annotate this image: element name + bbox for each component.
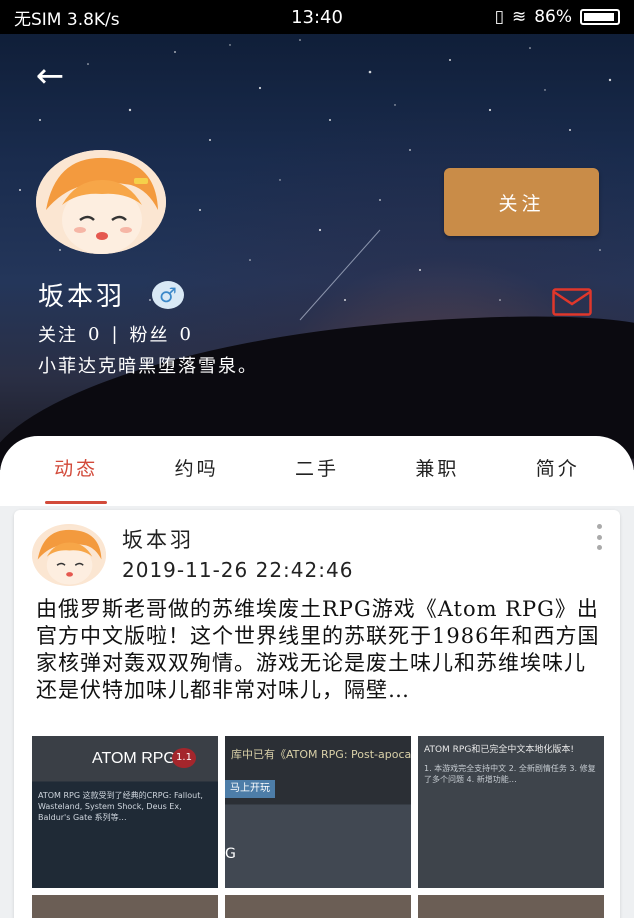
- post-timestamp: 2019-11-26 22:42:46: [122, 558, 354, 582]
- following-count[interactable]: 0: [88, 324, 101, 345]
- post-image-grid: ATOM RPG 1.1 ATOM RPG 这款受到了经典的CRPG: Fall…: [32, 736, 604, 918]
- post-author-name[interactable]: 坂本羽: [122, 524, 194, 554]
- follow-button[interactable]: 关注: [444, 168, 599, 236]
- tab-moments[interactable]: 动态: [31, 436, 121, 506]
- play-now-button: 马上开玩: [225, 780, 275, 798]
- post-author-avatar[interactable]: [32, 524, 106, 586]
- battery-icon: [580, 9, 620, 25]
- male-gender-icon: ♂: [152, 281, 184, 309]
- avatar[interactable]: [36, 150, 166, 254]
- anime-girl-avatar-icon: [32, 525, 106, 585]
- status-time: 13:40: [291, 6, 343, 28]
- announcement-lines: 1. 本游戏完全支持中文 2. 全新剧情任务 3. 修复了多个问题 4. 新增功…: [424, 764, 596, 784]
- status-bar: 无SIM 3.8K/s 13:40 ▯ ≋ 86%: [0, 0, 634, 34]
- post-image-3[interactable]: ATOM RPG和已完全中文本地化版本! 1. 本游戏完全支持中文 2. 全新剧…: [418, 736, 604, 888]
- stats-separator: |: [111, 323, 120, 345]
- follow-stats: 关注 0 | 粉丝 0: [38, 321, 193, 347]
- followers-count[interactable]: 0: [180, 324, 193, 345]
- profile-bio: 小菲达克暗黑堕落雪泉。: [38, 356, 258, 377]
- anime-girl-avatar-icon: [36, 150, 166, 254]
- profile-name: 坂本羽: [38, 282, 126, 312]
- tab-part-time[interactable]: 兼职: [392, 436, 482, 506]
- store-heading: 库中已有《ATOM RPG: Post-apoca: [231, 748, 411, 761]
- back-arrow-icon[interactable]: ←: [30, 56, 70, 96]
- profile-tabs: 动态 约吗 二手 兼职 简介: [0, 436, 634, 506]
- post-image-2[interactable]: 库中已有《ATOM RPG: Post-apoca 马上开玩 G: [225, 736, 411, 888]
- tab-intro[interactable]: 简介: [513, 436, 603, 506]
- game-title: ATOM RPG: [92, 750, 176, 767]
- mail-icon[interactable]: [552, 288, 592, 316]
- game-description: ATOM RPG 这款受到了经典的CRPG: Fallout, Wastelan…: [38, 791, 203, 822]
- more-options-icon[interactable]: [594, 524, 604, 550]
- tab-second-hand[interactable]: 二手: [272, 436, 362, 506]
- post-image-4[interactable]: [32, 895, 218, 918]
- tab-dates[interactable]: 约吗: [152, 436, 242, 506]
- version-badge: 1.1: [172, 748, 196, 768]
- post-image-5[interactable]: [225, 895, 411, 918]
- post-image-1[interactable]: ATOM RPG 1.1 ATOM RPG 这款受到了经典的CRPG: Fall…: [32, 736, 218, 888]
- post-card[interactable]: 坂本羽 2019-11-26 22:42:46 由俄罗斯老哥做的苏维埃废土RPG…: [14, 510, 620, 918]
- announcement-heading: ATOM RPG和已完全中文本地化版本!: [424, 745, 574, 755]
- post-body-text[interactable]: 由俄罗斯老哥做的苏维埃废土RPG游戏《Atom RPG》出官方中文版啦！这个世界…: [36, 596, 602, 704]
- store-letter: G: [225, 846, 236, 862]
- following-label[interactable]: 关注: [38, 321, 78, 347]
- followers-label[interactable]: 粉丝: [130, 321, 170, 347]
- post-image-6[interactable]: [418, 895, 604, 918]
